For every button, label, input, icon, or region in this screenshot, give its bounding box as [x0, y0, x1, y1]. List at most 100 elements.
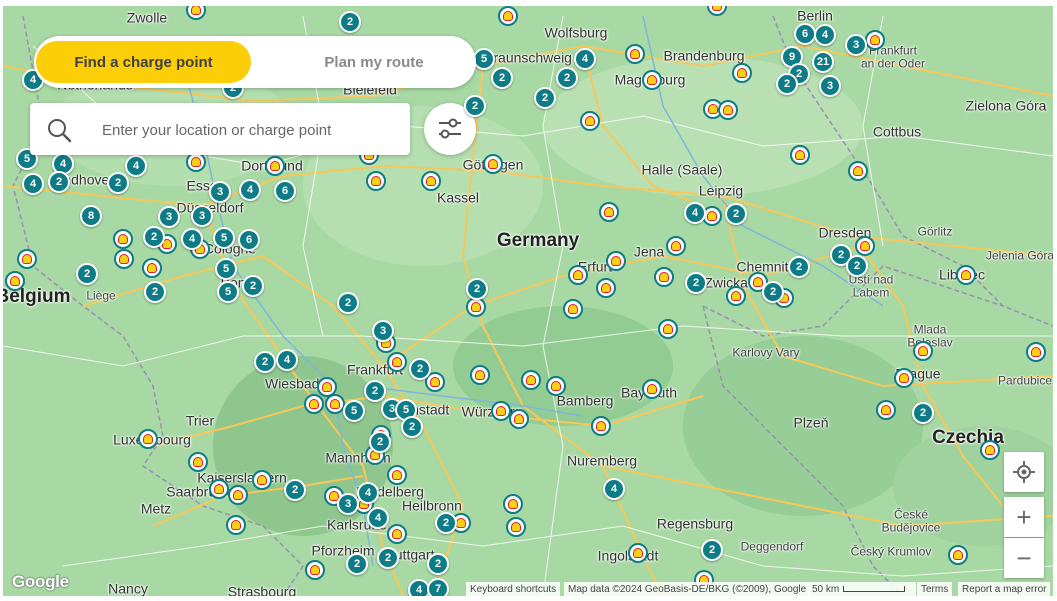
- shell-station-marker[interactable]: [855, 236, 875, 256]
- shell-station-marker[interactable]: [252, 470, 272, 490]
- shell-station-marker[interactable]: [599, 202, 619, 222]
- cluster-marker[interactable]: 5: [343, 400, 365, 422]
- shell-station-marker[interactable]: [568, 265, 588, 285]
- cluster-marker[interactable]: 4: [125, 155, 147, 177]
- shell-station-marker[interactable]: [228, 485, 248, 505]
- shell-station-marker[interactable]: [113, 229, 133, 249]
- cluster-marker[interactable]: 2: [846, 255, 868, 277]
- shell-station-marker[interactable]: [209, 479, 229, 499]
- cluster-marker[interactable]: 4: [239, 179, 261, 201]
- cluster-marker[interactable]: 2: [701, 539, 723, 561]
- zoom-in-button[interactable]: +: [1004, 497, 1044, 537]
- cluster-marker[interactable]: 5: [473, 48, 495, 70]
- search-input[interactable]: [100, 118, 394, 142]
- cluster-marker[interactable]: 2: [788, 256, 810, 278]
- shell-station-marker[interactable]: [470, 365, 490, 385]
- shell-station-marker[interactable]: [188, 452, 208, 472]
- shell-station-marker[interactable]: [483, 154, 503, 174]
- cluster-marker[interactable]: 2: [76, 263, 98, 285]
- cluster-marker[interactable]: 6: [274, 180, 296, 202]
- shell-station-marker[interactable]: [17, 249, 37, 269]
- shell-station-marker[interactable]: [325, 394, 345, 414]
- report-map-error-link[interactable]: Report a map error: [958, 582, 1051, 596]
- cluster-marker[interactable]: 2: [491, 67, 513, 89]
- shell-station-marker[interactable]: [142, 258, 162, 278]
- plan-route-tab[interactable]: Plan my route: [279, 41, 469, 83]
- cluster-marker[interactable]: 2: [435, 512, 457, 534]
- cluster-marker[interactable]: 7: [427, 578, 449, 596]
- shell-station-marker[interactable]: [956, 265, 976, 285]
- shell-station-marker[interactable]: [658, 319, 678, 339]
- cluster-marker[interactable]: 2: [725, 203, 747, 225]
- cluster-marker[interactable]: 21: [812, 51, 834, 73]
- shell-station-marker[interactable]: [226, 515, 246, 535]
- cluster-marker[interactable]: 2: [427, 553, 449, 575]
- shell-station-marker[interactable]: [1026, 342, 1046, 362]
- cluster-marker[interactable]: 3: [158, 206, 180, 228]
- shell-station-marker[interactable]: [948, 545, 968, 565]
- cluster-marker[interactable]: 2: [143, 226, 165, 248]
- cluster-marker[interactable]: 3: [209, 181, 231, 203]
- shell-station-marker[interactable]: [546, 376, 566, 396]
- shell-station-marker[interactable]: [580, 111, 600, 131]
- shell-station-marker[interactable]: [980, 440, 1000, 460]
- cluster-marker[interactable]: 3: [819, 75, 841, 97]
- cluster-marker[interactable]: 2: [107, 172, 129, 194]
- cluster-marker[interactable]: 3: [337, 493, 359, 515]
- shell-station-marker[interactable]: [265, 156, 285, 176]
- cluster-marker[interactable]: 2: [346, 553, 368, 575]
- cluster-marker[interactable]: 2: [364, 380, 386, 402]
- shell-station-marker[interactable]: [305, 560, 325, 580]
- shell-station-marker[interactable]: [848, 161, 868, 181]
- cluster-marker[interactable]: 2: [466, 278, 488, 300]
- shell-station-marker[interactable]: [138, 429, 158, 449]
- shell-station-marker[interactable]: [718, 100, 738, 120]
- cluster-marker[interactable]: 5: [213, 227, 235, 249]
- map-canvas[interactable]: Zwolle Berlin Wolfsburg Braunschweig Branden…: [3, 6, 1053, 596]
- shell-station-marker[interactable]: [498, 6, 518, 26]
- shell-station-marker[interactable]: [466, 297, 486, 317]
- shell-station-marker[interactable]: [509, 409, 529, 429]
- shell-station-marker[interactable]: [625, 44, 645, 64]
- shell-station-marker[interactable]: [506, 517, 526, 537]
- shell-station-marker[interactable]: [521, 370, 541, 390]
- my-location-button[interactable]: [1004, 452, 1044, 492]
- shell-station-marker[interactable]: [642, 70, 662, 90]
- cluster-marker[interactable]: 2: [284, 479, 306, 501]
- shell-station-marker[interactable]: [591, 416, 611, 436]
- cluster-marker[interactable]: 2: [254, 351, 276, 373]
- cluster-marker[interactable]: 4: [814, 24, 836, 46]
- cluster-marker[interactable]: 4: [22, 173, 44, 195]
- search-icon[interactable]: [45, 116, 73, 144]
- shell-station-marker[interactable]: [596, 278, 616, 298]
- shell-station-marker[interactable]: [387, 465, 407, 485]
- shell-station-marker[interactable]: [304, 394, 324, 414]
- shell-station-marker[interactable]: [894, 368, 914, 388]
- shell-station-marker[interactable]: [186, 152, 206, 172]
- cluster-marker[interactable]: 2: [685, 272, 707, 294]
- shell-station-marker[interactable]: [913, 341, 933, 361]
- shell-station-marker[interactable]: [5, 271, 25, 291]
- shell-station-marker[interactable]: [491, 401, 511, 421]
- cluster-marker[interactable]: 4: [367, 507, 389, 529]
- shell-station-marker[interactable]: [726, 286, 746, 306]
- terms-link[interactable]: Terms: [917, 582, 953, 596]
- shell-station-marker[interactable]: [606, 251, 626, 271]
- cluster-marker[interactable]: 2: [776, 73, 798, 95]
- shell-station-marker[interactable]: [666, 236, 686, 256]
- shell-station-marker[interactable]: [732, 63, 752, 83]
- cluster-marker[interactable]: 4: [684, 202, 706, 224]
- shell-station-marker[interactable]: [503, 494, 523, 514]
- shell-station-marker[interactable]: [790, 145, 810, 165]
- cluster-marker[interactable]: 2: [556, 67, 578, 89]
- shell-station-marker[interactable]: [654, 267, 674, 287]
- google-logo[interactable]: Google: [12, 572, 69, 592]
- cluster-marker[interactable]: 6: [238, 229, 260, 251]
- cluster-marker[interactable]: 2: [409, 358, 431, 380]
- cluster-marker[interactable]: 2: [337, 292, 359, 314]
- cluster-marker[interactable]: 8: [80, 205, 102, 227]
- shell-station-marker[interactable]: [865, 30, 885, 50]
- cluster-marker[interactable]: 2: [48, 171, 70, 193]
- cluster-marker[interactable]: 2: [339, 11, 361, 33]
- cluster-marker[interactable]: 2: [144, 281, 166, 303]
